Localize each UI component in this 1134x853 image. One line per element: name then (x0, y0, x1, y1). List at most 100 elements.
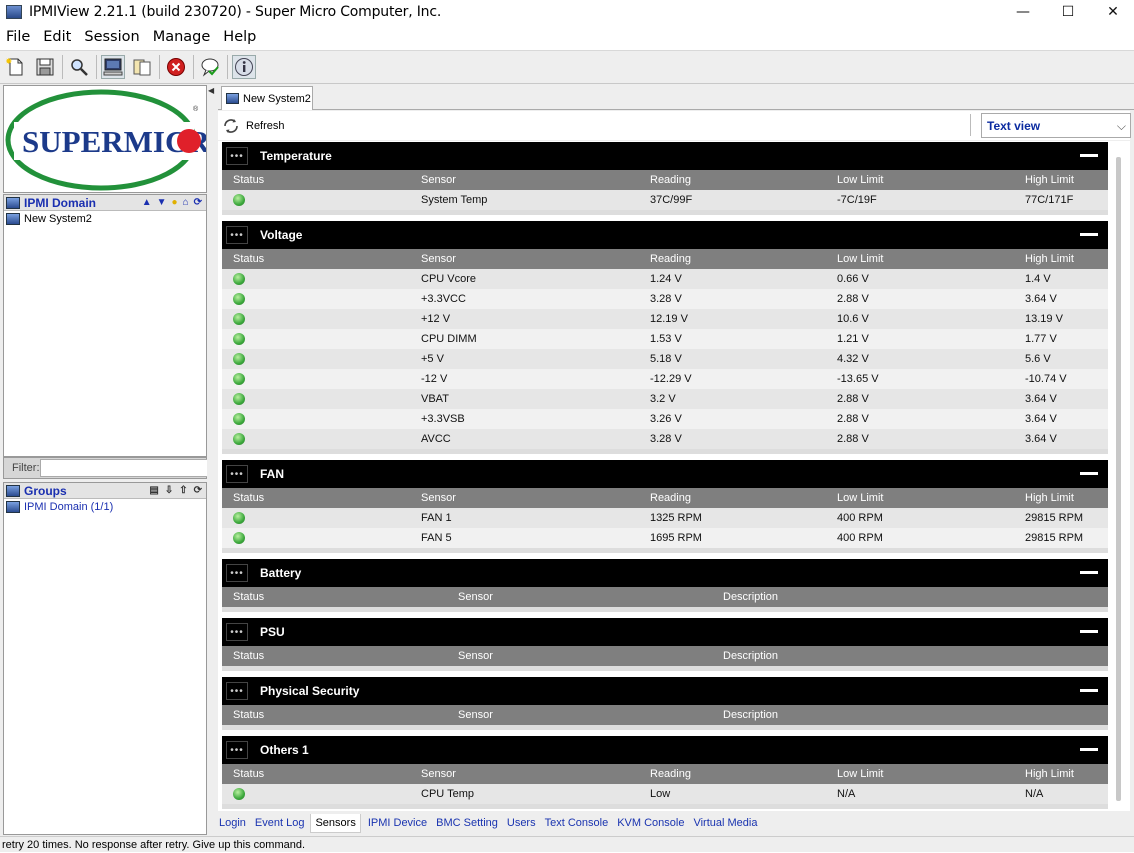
view-mode-select[interactable]: Text view ⌵ (981, 113, 1131, 138)
sensor-row[interactable]: CPU DIMM 1.53 V 1.21 V 1.77 V (222, 329, 1108, 349)
stop-icon[interactable] (164, 55, 188, 79)
maximize-button[interactable]: ☐ (1045, 0, 1091, 24)
column-header-status[interactable]: Status (233, 488, 264, 508)
column-header-sensor[interactable]: Sensor (458, 587, 493, 607)
column-header-sensor[interactable]: Sensor (421, 249, 456, 269)
column-header-sensor[interactable]: Sensor (458, 646, 493, 666)
column-header-sensor[interactable]: Sensor (458, 705, 493, 725)
column-header-status[interactable]: Status (233, 587, 264, 607)
refresh-small-icon[interactable]: ⟳ (194, 197, 202, 208)
section-menu-button[interactable]: ••• (226, 682, 248, 700)
scrollbar[interactable] (1116, 157, 1121, 801)
copy-icon[interactable] (130, 55, 154, 79)
column-header-low[interactable]: Low Limit (837, 764, 883, 784)
sensor-row[interactable]: AVCC 3.28 V 2.88 V 3.64 V (222, 429, 1108, 449)
collapse-section-button[interactable] (1080, 630, 1098, 633)
column-header-status[interactable]: Status (233, 705, 264, 725)
section-menu-button[interactable]: ••• (226, 564, 248, 582)
sensor-row[interactable]: -12 V -12.29 V -13.65 V -10.74 V (222, 369, 1108, 389)
save-icon[interactable] (33, 55, 57, 79)
info-icon[interactable] (232, 55, 256, 79)
menu-file[interactable]: File (0, 29, 36, 45)
bottom-tab-ipmi-device[interactable]: IPMI Device (367, 817, 427, 829)
collapse-section-button[interactable] (1080, 154, 1098, 157)
sensor-row[interactable]: +3.3VCC 3.28 V 2.88 V 3.64 V (222, 289, 1108, 309)
sensor-row[interactable]: System Temp 37C/99F -7C/19F 77C/171F (222, 190, 1108, 210)
new-file-icon[interactable] (4, 55, 28, 79)
filter-input[interactable] (39, 459, 219, 477)
bottom-tab-event-log[interactable]: Event Log (254, 817, 305, 829)
column-header-reading[interactable]: Reading (650, 764, 691, 784)
tree-item-new-system2[interactable]: New System2 (4, 211, 206, 227)
column-header-high[interactable]: High Limit (1025, 170, 1074, 190)
refresh-groups-icon[interactable]: ⟳ (194, 485, 202, 496)
column-header-description[interactable]: Description (723, 646, 778, 666)
menu-session[interactable]: Session (78, 29, 145, 45)
group-item-ipmi-domain[interactable]: IPMI Domain (1/1) (4, 499, 206, 515)
column-header-low[interactable]: Low Limit (837, 249, 883, 269)
monitor-icon[interactable] (101, 55, 125, 79)
lightbulb-icon[interactable]: ● (172, 197, 178, 208)
column-header-status[interactable]: Status (233, 646, 264, 666)
bottom-tab-virtual-media[interactable]: Virtual Media (692, 817, 757, 829)
section-menu-button[interactable]: ••• (226, 741, 248, 759)
chat-check-icon[interactable] (198, 55, 222, 79)
move-up-icon[interactable]: ▲ (142, 197, 152, 208)
column-header-sensor[interactable]: Sensor (421, 488, 456, 508)
column-header-status[interactable]: Status (233, 170, 264, 190)
column-header-status[interactable]: Status (233, 764, 264, 784)
column-header-description[interactable]: Description (723, 587, 778, 607)
column-header-reading[interactable]: Reading (650, 170, 691, 190)
export-icon[interactable]: ⇧ (179, 485, 187, 496)
menu-help[interactable]: Help (217, 29, 262, 45)
collapse-section-button[interactable] (1080, 689, 1098, 692)
minimize-button[interactable]: — (1000, 0, 1046, 24)
move-down-icon[interactable]: ▼ (157, 197, 167, 208)
sensor-sensor: -12 V (421, 373, 448, 385)
section-menu-button[interactable]: ••• (226, 226, 248, 244)
column-header-description[interactable]: Description (723, 705, 778, 725)
sensor-row[interactable]: CPU Vcore 1.24 V 0.66 V 1.4 V (222, 269, 1108, 289)
sensor-row[interactable]: +5 V 5.18 V 4.32 V 5.6 V (222, 349, 1108, 369)
bottom-tab-text-console[interactable]: Text Console (544, 817, 609, 829)
bottom-tab-bmc-setting[interactable]: BMC Setting (435, 817, 498, 829)
collapse-section-button[interactable] (1080, 472, 1098, 475)
refresh-button[interactable]: Refresh (221, 117, 285, 135)
sensor-row[interactable]: FAN 1 1325 RPM 400 RPM 29815 RPM (222, 508, 1108, 528)
section-menu-button[interactable]: ••• (226, 147, 248, 165)
sensor-row[interactable]: +12 V 12.19 V 10.6 V 13.19 V (222, 309, 1108, 329)
bottom-tab-kvm-console[interactable]: KVM Console (616, 817, 684, 829)
import-icon[interactable]: ⇩ (165, 485, 173, 496)
collapse-section-button[interactable] (1080, 571, 1098, 574)
search-icon[interactable] (67, 55, 91, 79)
column-header-sensor[interactable]: Sensor (421, 170, 456, 190)
column-header-sensor[interactable]: Sensor (421, 764, 456, 784)
column-header-low[interactable]: Low Limit (837, 170, 883, 190)
column-header-high[interactable]: High Limit (1025, 488, 1074, 508)
splitter[interactable]: ◀ (207, 84, 215, 836)
column-header-status[interactable]: Status (233, 249, 264, 269)
sensor-row[interactable]: FAN 5 1695 RPM 400 RPM 29815 RPM (222, 528, 1108, 548)
bottom-tab-sensors[interactable]: Sensors (310, 813, 361, 833)
menu-edit[interactable]: Edit (37, 29, 77, 45)
sensor-row[interactable]: +3.3VSB 3.26 V 2.88 V 3.64 V (222, 409, 1108, 429)
bottom-tab-login[interactable]: Login (218, 817, 246, 829)
close-window-button[interactable]: ✕ (1090, 0, 1134, 24)
collapse-section-button[interactable] (1080, 233, 1098, 236)
column-header-high[interactable]: High Limit (1025, 764, 1074, 784)
column-header-reading[interactable]: Reading (650, 249, 691, 269)
column-header-reading[interactable]: Reading (650, 488, 691, 508)
column-header-high[interactable]: High Limit (1025, 249, 1074, 269)
sensor-row[interactable]: CPU Temp Low N/A N/A (222, 784, 1108, 804)
bottom-tab-users[interactable]: Users (506, 817, 536, 829)
collapse-arrow-icon[interactable]: ◀ (208, 86, 214, 95)
tab-new-system2[interactable]: New System2 (221, 86, 313, 110)
collapse-section-button[interactable] (1080, 748, 1098, 751)
add-group-icon[interactable]: ▤ (149, 485, 158, 496)
sensor-row[interactable]: VBAT 3.2 V 2.88 V 3.64 V (222, 389, 1108, 409)
section-menu-button[interactable]: ••• (226, 623, 248, 641)
menu-manage[interactable]: Manage (147, 29, 217, 45)
column-header-low[interactable]: Low Limit (837, 488, 883, 508)
section-menu-button[interactable]: ••• (226, 465, 248, 483)
home-icon[interactable]: ⌂ (183, 197, 189, 208)
